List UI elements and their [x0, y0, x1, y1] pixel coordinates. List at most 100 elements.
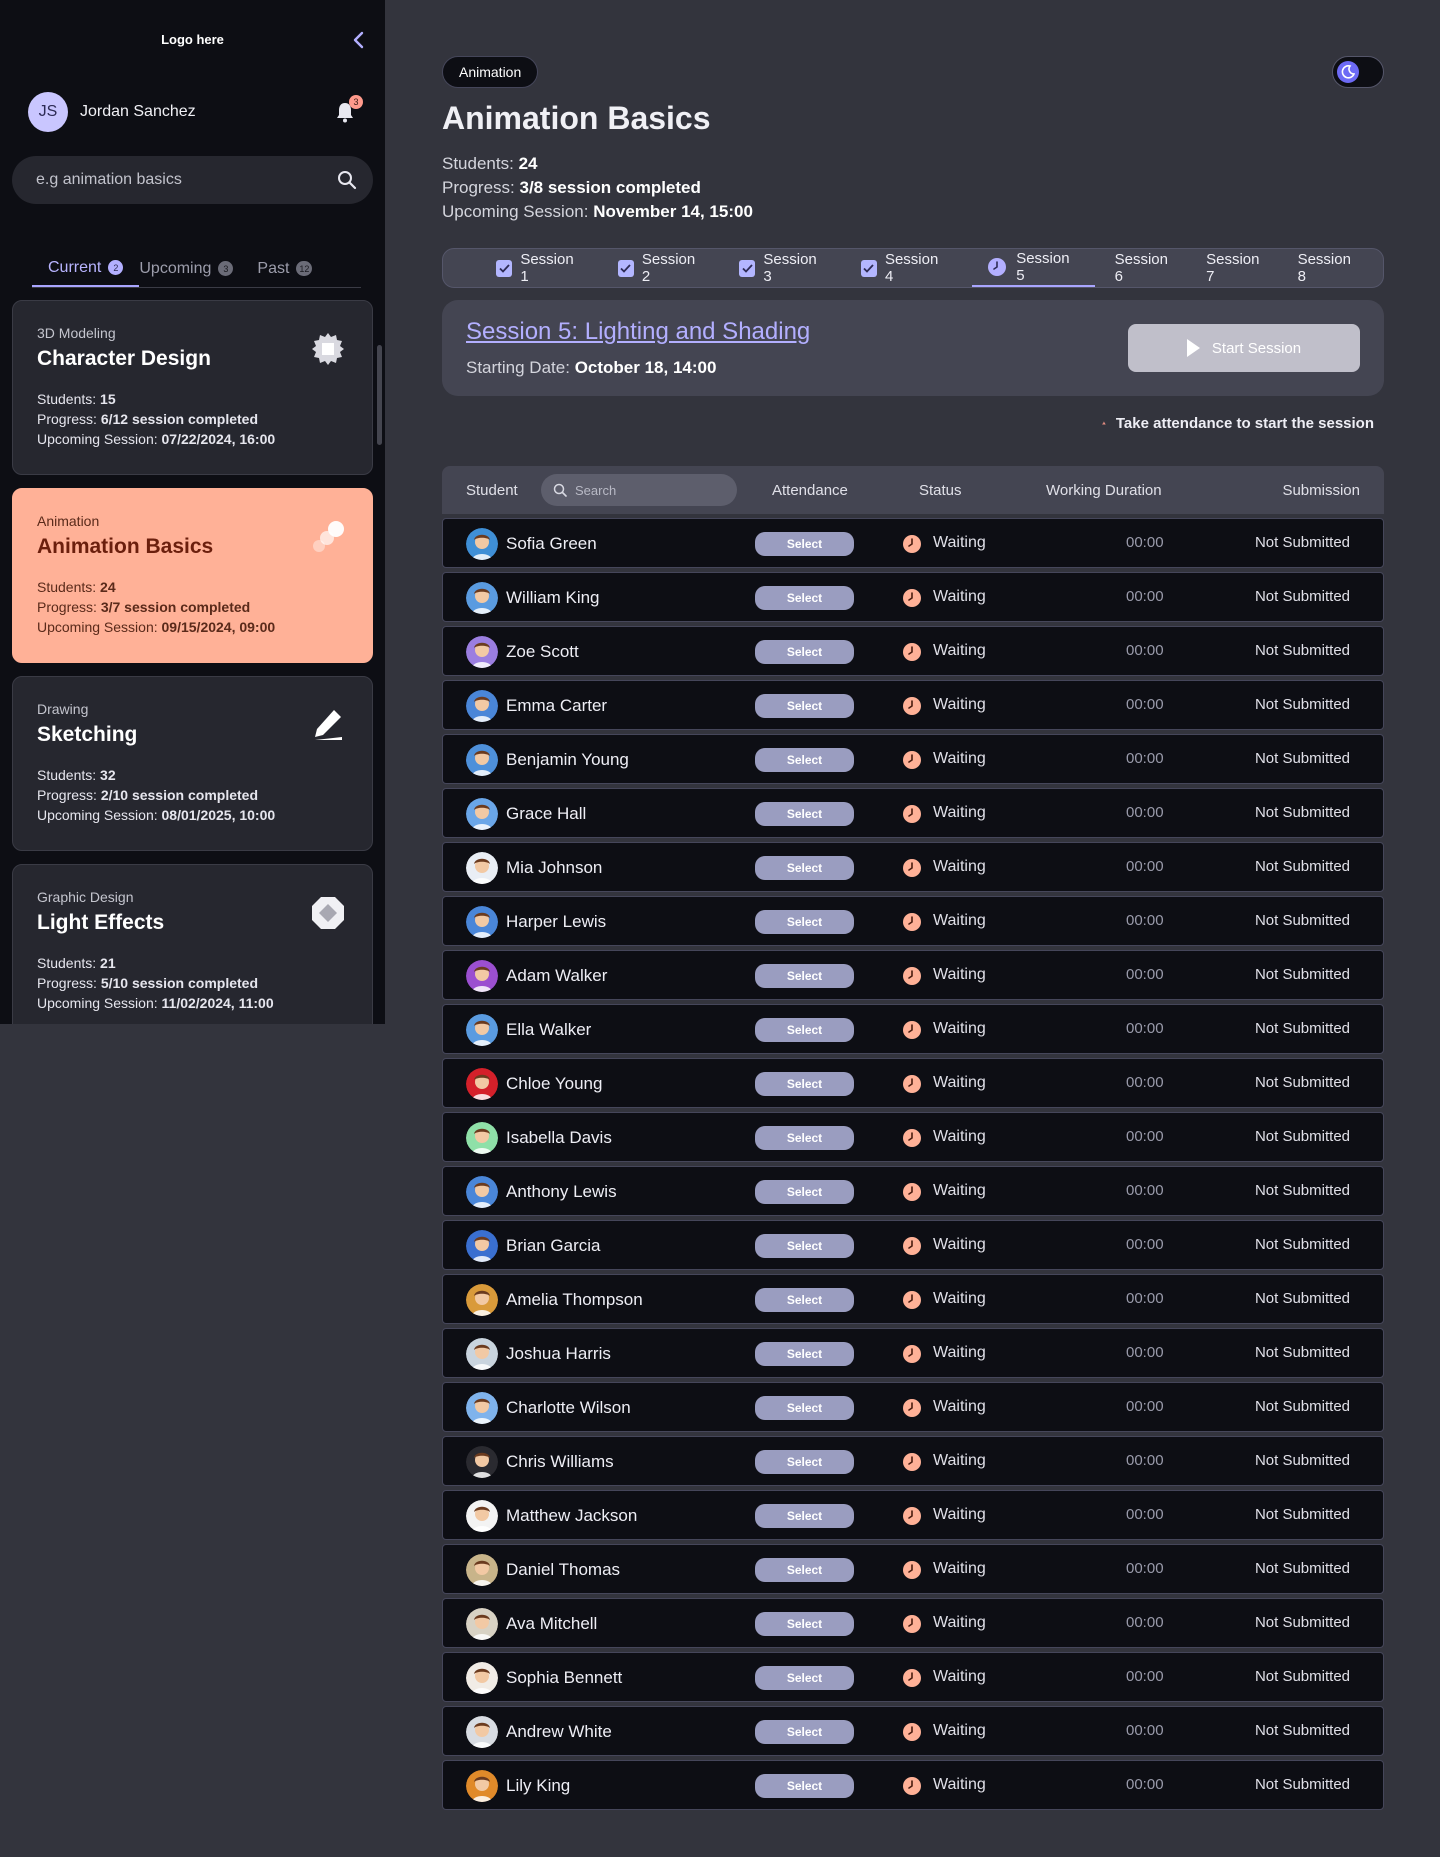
- tab-session-8[interactable]: Session 8: [1292, 249, 1367, 287]
- attendance-select[interactable]: Select: [755, 1558, 854, 1582]
- avatar[interactable]: JS: [28, 92, 68, 132]
- column-header-attendance[interactable]: Attendance: [772, 482, 848, 499]
- course-meta: Students: 24 Progress: 3/7 session compl…: [37, 577, 348, 637]
- table-row[interactable]: Chris Williams Select Waiting 00:00 Not Subm…: [442, 1436, 1384, 1486]
- attendance-select[interactable]: Select: [755, 748, 854, 772]
- attendance-select[interactable]: Select: [755, 586, 854, 610]
- attendance-select[interactable]: Select: [755, 1072, 854, 1096]
- table-row[interactable]: Ava Mitchell Select Waiting 00:00 Not Submit…: [442, 1598, 1384, 1648]
- session-label: Session 1: [520, 251, 574, 285]
- collapse-sidebar-button[interactable]: [348, 28, 368, 52]
- submission-status: Not Submitted: [1254, 1290, 1350, 1307]
- table-row[interactable]: Anthony Lewis Select Waiting 00:00 Not Submi…: [442, 1166, 1384, 1216]
- tab-past[interactable]: Past 12: [257, 250, 313, 287]
- table-row[interactable]: Brian Garcia Select Waiting 00:00 Not Submit…: [442, 1220, 1384, 1270]
- working-duration: 00:00: [1126, 1722, 1164, 1739]
- tab-session-7[interactable]: Session 7: [1200, 249, 1275, 287]
- table-row[interactable]: Joshua Harris Select Waiting 00:00 Not Submi…: [442, 1328, 1384, 1378]
- course-search-input[interactable]: [36, 171, 337, 189]
- tab-session-3[interactable]: Session 3: [729, 249, 837, 287]
- clock-icon: [903, 1021, 921, 1039]
- attendance-select[interactable]: Select: [755, 1504, 854, 1528]
- sidebar-scrollbar[interactable]: [377, 345, 382, 445]
- attendance-select[interactable]: Select: [755, 1720, 854, 1744]
- tab-session-6[interactable]: Session 6: [1109, 249, 1184, 287]
- chevron-left-icon: [353, 31, 364, 49]
- table-row[interactable]: Matthew Jackson Select Waiting 00:00 Not Sub…: [442, 1490, 1384, 1540]
- table-row[interactable]: Harper Lewis Select Waiting 00:00 Not Submit…: [442, 896, 1384, 946]
- search-icon[interactable]: [337, 170, 357, 190]
- start-session-button[interactable]: Start Session: [1128, 324, 1360, 372]
- student-search-input[interactable]: [575, 482, 725, 498]
- table-row[interactable]: Sofia Green Select Waiting 00:00 Not Submitt…: [442, 518, 1384, 568]
- tab-session-2[interactable]: Session 2: [608, 249, 716, 287]
- table-row[interactable]: Emma Carter Select Waiting 00:00 Not Submitt…: [442, 680, 1384, 730]
- attendance-select[interactable]: Select: [755, 910, 854, 934]
- table-row[interactable]: Chloe Young Select Waiting 00:00 Not Submitt…: [442, 1058, 1384, 1108]
- table-row[interactable]: Sophia Bennett Select Waiting 00:00 Not Subm…: [442, 1652, 1384, 1702]
- attendance-select[interactable]: Select: [755, 1018, 854, 1042]
- tab-session-5[interactable]: Session 5: [972, 249, 1095, 287]
- table-row[interactable]: Isabella Davis Select Waiting 00:00 Not Subm…: [442, 1112, 1384, 1162]
- column-header-status[interactable]: Status: [919, 482, 962, 499]
- student-name: Sophia Bennett: [506, 1668, 623, 1687]
- course-card-character-design[interactable]: 3D Modeling Character Design Students: 1…: [12, 300, 373, 475]
- tab-upcoming[interactable]: Upcoming 3: [139, 250, 234, 287]
- course-stats: Students: 24 Progress: 3/8 session compl…: [442, 152, 753, 224]
- table-row[interactable]: Mia Johnson Select Waiting 00:00 Not Submitt…: [442, 842, 1384, 892]
- course-search: [12, 156, 373, 204]
- table-row[interactable]: Benjamin Young Select Waiting 00:00 Not Subm…: [442, 734, 1384, 784]
- attendance-select[interactable]: Select: [755, 1774, 854, 1798]
- student-avatar: [466, 1554, 498, 1586]
- working-duration: 00:00: [1126, 1506, 1164, 1523]
- tab-session-4[interactable]: Session 4: [851, 249, 959, 287]
- column-header-student[interactable]: Student: [466, 482, 518, 499]
- table-row[interactable]: Adam Walker Select Waiting 00:00 Not Submitt…: [442, 950, 1384, 1000]
- table-row[interactable]: Amelia Thompson Select Waiting 00:00 Not Sub…: [442, 1274, 1384, 1324]
- student-avatar: [466, 1770, 498, 1802]
- table-row[interactable]: Grace Hall Select Waiting 00:00 Not Submitte…: [442, 788, 1384, 838]
- attendance-select[interactable]: Select: [755, 1612, 854, 1636]
- attendance-select[interactable]: Select: [755, 640, 854, 664]
- attendance-select[interactable]: Select: [755, 856, 854, 880]
- course-meta: Students: 21 Progress: 5/10 session comp…: [37, 953, 348, 1013]
- course-card-light-effects[interactable]: Graphic Design Light Effects Students: 2…: [12, 864, 373, 1024]
- students-count: 15: [100, 391, 116, 407]
- attendance-select[interactable]: Select: [755, 694, 854, 718]
- meta-label: Students:: [37, 391, 97, 407]
- column-header-submission[interactable]: Submission: [1282, 482, 1360, 499]
- attendance-select[interactable]: Select: [755, 802, 854, 826]
- attendance-select[interactable]: Select: [755, 964, 854, 988]
- tab-session-1[interactable]: Session 1: [486, 249, 594, 287]
- attendance-select[interactable]: Select: [755, 1180, 854, 1204]
- attendance-select[interactable]: Select: [755, 1288, 854, 1312]
- table-row[interactable]: Charlotte Wilson Select Waiting 00:00 Not Su…: [442, 1382, 1384, 1432]
- attendance-select[interactable]: Select: [755, 1234, 854, 1258]
- course-card-sketching[interactable]: Drawing Sketching Students: 32 Progress:…: [12, 676, 373, 851]
- session-title-link[interactable]: Session 5: Lighting and Shading: [466, 318, 810, 346]
- table-row[interactable]: Ella Walker Select Waiting 00:00 Not Submitt…: [442, 1004, 1384, 1054]
- attendance-select[interactable]: Select: [755, 1126, 854, 1150]
- student-status: Waiting: [933, 1344, 986, 1361]
- notifications-button[interactable]: 3: [332, 95, 363, 125]
- student-avatar: [466, 960, 498, 992]
- table-row[interactable]: Andrew White Select Waiting 00:00 Not Submit…: [442, 1706, 1384, 1756]
- table-row[interactable]: Daniel Thomas Select Waiting 00:00 Not Submi…: [442, 1544, 1384, 1594]
- table-row[interactable]: Lily King Select Waiting 00:00 Not Submitted: [442, 1760, 1384, 1810]
- meta-label: Progress:: [37, 411, 97, 427]
- table-row[interactable]: William King Select Waiting 00:00 Not Submit…: [442, 572, 1384, 622]
- attendance-select[interactable]: Select: [755, 532, 854, 556]
- tab-current[interactable]: Current 2: [32, 250, 140, 287]
- student-status: Waiting: [933, 912, 986, 929]
- attendance-select[interactable]: Select: [755, 1396, 854, 1420]
- attendance-select[interactable]: Select: [755, 1666, 854, 1690]
- attendance-select[interactable]: Select: [755, 1342, 854, 1366]
- logo: Logo here: [161, 32, 224, 47]
- column-header-working-duration[interactable]: Working Duration: [1046, 482, 1162, 499]
- table-row[interactable]: Zoe Scott Select Waiting 00:00 Not Submitted: [442, 626, 1384, 676]
- play-icon: [1186, 339, 1200, 357]
- theme-toggle[interactable]: [1332, 56, 1384, 88]
- attendance-select[interactable]: Select: [755, 1450, 854, 1474]
- meta-label: Progress:: [37, 787, 97, 803]
- course-card-animation-basics[interactable]: Animation Animation Basics Students: 24 …: [12, 488, 373, 663]
